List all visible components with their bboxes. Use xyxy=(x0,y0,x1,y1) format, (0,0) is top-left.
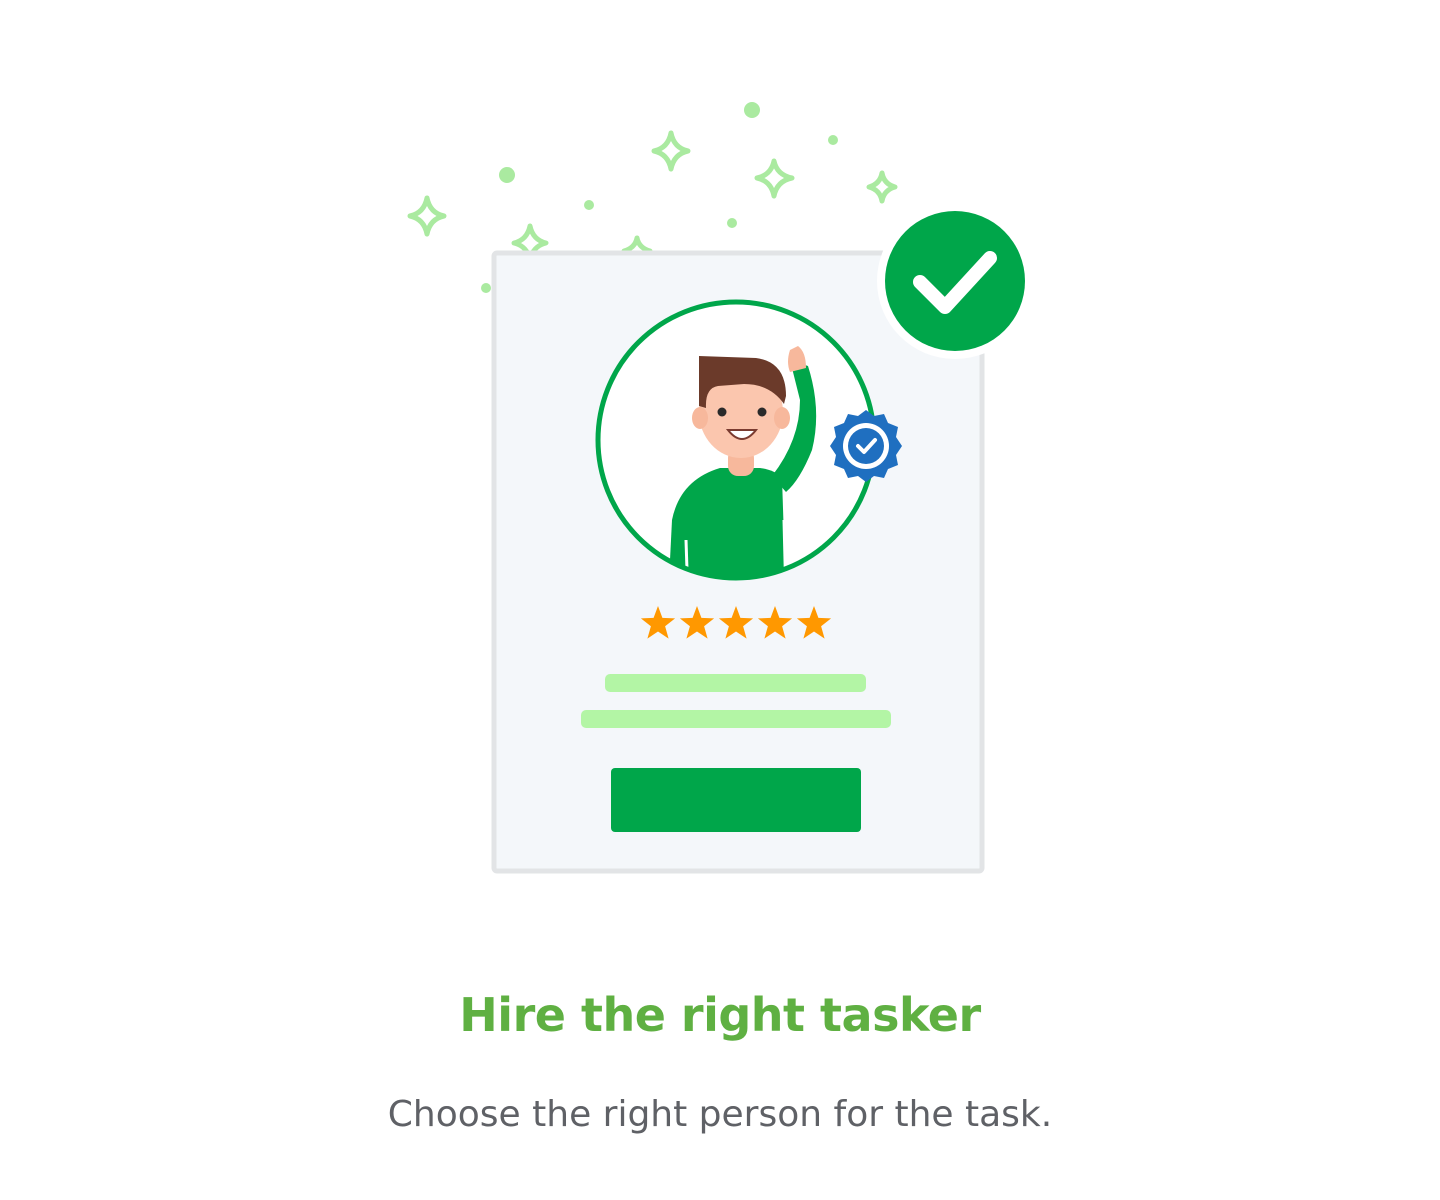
sparkle-icon xyxy=(651,130,691,172)
sparkle-icon xyxy=(866,170,898,204)
sparkle-icon xyxy=(407,195,447,237)
page-title: Hire the right tasker xyxy=(459,988,981,1042)
check-circle-icon xyxy=(877,203,1033,359)
sparkle-icon xyxy=(754,158,795,199)
placeholder-line xyxy=(581,710,891,728)
hire-button-shape xyxy=(611,768,861,832)
hire-tasker-illustration xyxy=(407,102,1033,874)
sparkles xyxy=(407,130,898,267)
page-subtitle: Choose the right person for the task. xyxy=(387,1094,1053,1135)
placeholder-line xyxy=(605,674,866,692)
